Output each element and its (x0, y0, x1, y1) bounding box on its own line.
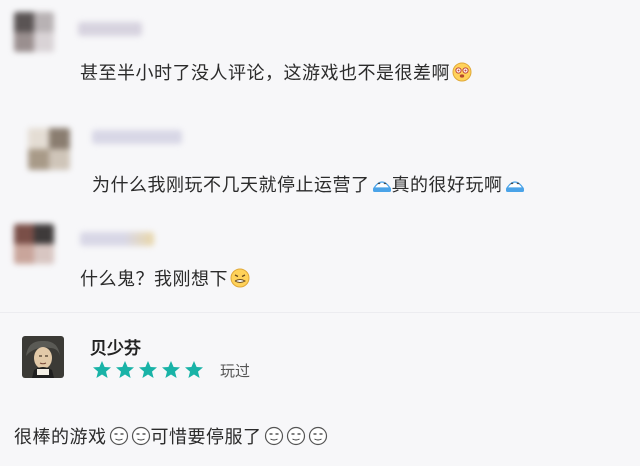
comment-body: 为什么我刚玩不几天就停止运营了 (92, 175, 370, 196)
comment-text: 为什么我刚玩不几天就停止运营了 真的很好玩啊 (92, 174, 525, 198)
review-body: 可惜要停服了 (150, 427, 262, 448)
crying-face-icon (505, 181, 524, 192)
played-label: 玩过 (220, 362, 251, 380)
star-icon (162, 361, 180, 378)
username-blurred (80, 232, 154, 246)
sweat-smile-icon (286, 426, 305, 446)
review-text: 很棒的游戏 可惜要停服了 (14, 426, 328, 450)
username-blurred (92, 130, 182, 144)
star-icon (116, 361, 134, 378)
comment-text: 甚至半小时了没人评论，这游戏也不是很差啊 (80, 62, 472, 86)
comment-body: 真的很好玩啊 (391, 175, 503, 196)
sweat-smile-icon (264, 426, 283, 446)
sweat-smile-icon (131, 426, 150, 446)
rating-stars (92, 360, 204, 380)
sweat-smile-icon (308, 426, 327, 446)
comment-text: 什么鬼？我刚想下 (80, 268, 250, 292)
divider (0, 312, 640, 313)
star-icon (185, 361, 203, 378)
sweat-smile-icon (109, 426, 128, 446)
review-body: 很棒的游戏 (14, 427, 107, 448)
star-icon (93, 361, 111, 378)
comment-body: 甚至半小时了没人评论，这游戏也不是很差啊 (80, 63, 450, 84)
comment-body: 什么鬼？我刚想下 (80, 269, 228, 290)
grimace-face-icon (230, 268, 250, 288)
review-username[interactable]: 贝少芬 (90, 334, 141, 359)
avatar[interactable] (28, 128, 70, 170)
crying-face-icon (372, 181, 391, 192)
dizzy-face-icon (452, 62, 472, 82)
star-icon (139, 361, 157, 378)
avatar[interactable] (14, 224, 54, 264)
avatar[interactable] (14, 12, 54, 52)
avatar-beethoven[interactable] (22, 336, 64, 378)
username-blurred (78, 22, 142, 36)
